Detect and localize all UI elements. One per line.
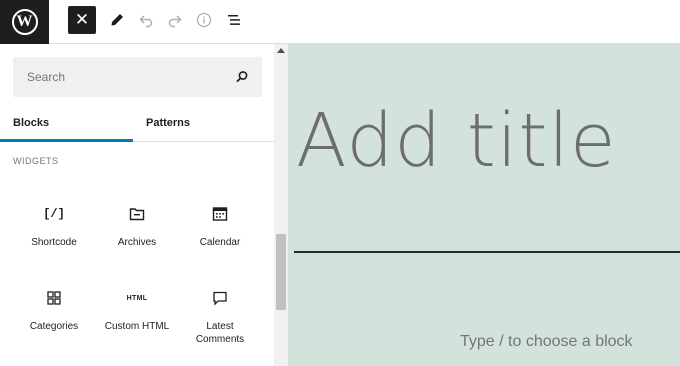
info-icon <box>196 12 212 28</box>
block-item-latest-comments[interactable]: Latest Comments <box>179 288 261 358</box>
list-view-icon <box>228 15 240 25</box>
undo-icon <box>139 15 153 28</box>
block-appender-placeholder[interactable]: Type / to choose a block <box>460 333 633 351</box>
widgets-section-label: WIDGETS <box>13 156 59 166</box>
post-title-placeholder[interactable]: Add title <box>296 104 616 178</box>
redo-icon <box>168 15 182 28</box>
list-view-button[interactable] <box>220 6 248 34</box>
search-icon[interactable] <box>234 69 250 85</box>
block-label: Calendar <box>199 237 241 248</box>
block-item-archives[interactable]: Archives <box>96 204 178 274</box>
editor-canvas[interactable]: Add title Type / to choose a block <box>288 44 680 366</box>
block-label-line2: Comments <box>195 334 245 345</box>
close-icon: ✕ <box>74 10 90 29</box>
block-label-line1: Latest <box>206 321 234 332</box>
block-item-categories[interactable]: Categories <box>13 288 95 358</box>
block-item-custom-html[interactable]: HTML Custom HTML <box>96 288 178 358</box>
comment-icon <box>179 288 261 308</box>
block-item-shortcode[interactable]: [/] Shortcode <box>13 204 95 274</box>
html-glyph: HTML <box>126 294 148 302</box>
tab-blocks[interactable]: Blocks <box>0 106 133 142</box>
block-label: Categories <box>29 321 79 332</box>
shortcode-glyph: [/] <box>43 207 65 221</box>
categories-grid-icon <box>13 288 95 308</box>
block-label: Shortcode <box>31 237 77 248</box>
scroll-up-arrow-icon[interactable] <box>277 48 285 53</box>
archive-folder-icon <box>96 204 178 224</box>
pencil-icon <box>111 14 123 26</box>
details-button[interactable] <box>190 6 218 34</box>
tab-patterns[interactable]: Patterns <box>146 106 266 142</box>
block-label: Custom HTML <box>104 321 170 332</box>
inserter-tabs: Blocks Patterns <box>0 106 274 142</box>
calendar-icon <box>179 204 261 224</box>
redo-button[interactable] <box>161 6 189 34</box>
html-icon: HTML <box>96 288 178 308</box>
block-search <box>13 57 262 97</box>
block-label: Archives <box>117 237 157 248</box>
block-label: Latest Comments <box>179 320 261 346</box>
undo-button[interactable] <box>132 6 160 34</box>
block-search-input[interactable] <box>13 57 228 97</box>
editor-top-toolbar: W ✕ <box>0 0 680 44</box>
wordpress-logo-icon: W <box>11 9 38 35</box>
wordpress-logo-button[interactable]: W <box>0 0 49 44</box>
block-item-calendar[interactable]: Calendar <box>179 204 261 274</box>
tools-button[interactable] <box>103 6 131 34</box>
shortcode-icon: [/] <box>13 204 95 224</box>
wordpress-logo-letter: W <box>16 13 33 30</box>
separator-line <box>294 251 680 253</box>
close-inserter-button[interactable]: ✕ <box>68 6 96 34</box>
block-inserter-panel: Blocks Patterns WIDGETS [/] Shortcode Ar… <box>0 44 288 366</box>
scroll-thumb[interactable] <box>276 234 286 310</box>
inserter-scrollbar[interactable] <box>274 44 288 366</box>
